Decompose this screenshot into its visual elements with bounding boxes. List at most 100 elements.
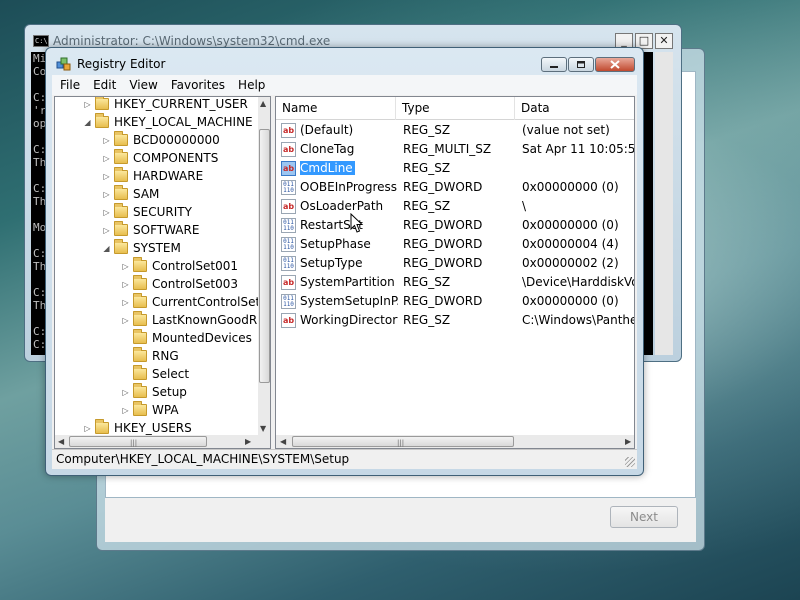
tree-horizontal-scroll-thumb[interactable]: ||| <box>69 436 207 447</box>
regedit-client-area: ▷ HKEY_CURRENT_USER ◢ HKEY_LOCAL_MACHINE ▷ BC… <box>52 95 637 449</box>
tree-item[interactable]: ▷ HARDWARE <box>102 167 203 185</box>
expand-arrow-icon[interactable]: ▷ <box>102 208 111 217</box>
regedit-window[interactable]: Registry Editor File Edit View Favorites… <box>45 47 644 476</box>
folder-icon <box>95 113 109 128</box>
expand-arrow-icon[interactable]: ▷ <box>121 262 130 271</box>
restore-button[interactable] <box>568 57 594 72</box>
restore-icon <box>577 61 585 68</box>
value-name-text: SystemSetupInP... <box>300 294 398 308</box>
expand-arrow-icon[interactable]: ▷ <box>121 280 130 289</box>
value-data: (value not set) <box>522 123 610 137</box>
value-row[interactable]: 011 110 SystemSetupInP... REG_DWORD 0x00000… <box>276 292 634 311</box>
tree-item[interactable]: ▷ SAM <box>102 185 159 203</box>
expand-arrow-icon[interactable]: ▷ <box>121 388 130 397</box>
menu-bar: File Edit View Favorites Help <box>52 75 637 95</box>
cmd-close-button[interactable]: ✕ <box>655 33 673 49</box>
expand-arrow-icon[interactable]: ▷ <box>102 136 111 145</box>
tree-item-label: HKEY_USERS <box>114 421 192 435</box>
expand-arrow-icon[interactable]: ▷ <box>83 424 92 433</box>
column-header-data[interactable]: Data <box>515 97 634 120</box>
expand-arrow-icon[interactable]: ▷ <box>102 190 111 199</box>
tree-item[interactable]: ▷ SOFTWARE <box>102 221 199 239</box>
list-horizontal-scrollbar[interactable]: ◀ ||| ▶ <box>276 435 634 448</box>
value-name-text: CloneTag <box>300 142 355 156</box>
status-path: Computer\HKEY_LOCAL_MACHINE\SYSTEM\Setup <box>56 452 350 466</box>
column-header-name[interactable]: Name <box>276 97 396 120</box>
minimize-icon <box>550 66 558 68</box>
folder-icon <box>114 221 128 236</box>
value-row[interactable]: 011 110 SetupPhase REG_DWORD 0x00000004 (4) <box>276 235 634 254</box>
regedit-titlebar[interactable]: Registry Editor <box>46 48 643 76</box>
value-row[interactable]: 011 110 RestartSet REG_DWORD 0x00000000 (0) <box>276 216 634 235</box>
folder-icon <box>133 401 147 416</box>
menu-file[interactable]: File <box>60 78 80 92</box>
tree-item[interactable]: MountedDevices <box>121 329 252 347</box>
expand-arrow-icon[interactable]: ▷ <box>102 172 111 181</box>
value-row[interactable]: ab WorkingDirectory REG_SZ C:\Windows\Panth… <box>276 311 634 330</box>
value-row[interactable]: ab OsLoaderPath REG_SZ \ <box>276 197 634 216</box>
tree-item[interactable]: ▷ WPA <box>121 401 179 419</box>
value-row[interactable]: 011 110 OOBEInProgress REG_DWORD 0x00000000… <box>276 178 634 197</box>
value-name-text: (Default) <box>300 123 354 137</box>
expand-arrow-icon[interactable]: ▷ <box>121 316 130 325</box>
mouse-cursor-icon <box>350 213 364 233</box>
menu-favorites[interactable]: Favorites <box>171 78 225 92</box>
tree-item[interactable]: RNG <box>121 347 179 365</box>
tree-item[interactable]: ▷ ControlSet001 <box>121 257 238 275</box>
registry-values-list[interactable]: Name Type Data ab (Default) REG_SZ (value n… <box>275 96 635 449</box>
cmd-window-title: Administrator: C:\Windows\system32\cmd.e… <box>53 34 331 48</box>
value-row[interactable]: ab CloneTag REG_MULTI_SZ Sat Apr 11 10:05:5… <box>276 140 634 159</box>
tree-item[interactable]: ▷ COMPONENTS <box>102 149 218 167</box>
value-row[interactable]: 011 110 SetupType REG_DWORD 0x00000002 (2) <box>276 254 634 273</box>
tree-vertical-scroll-thumb[interactable] <box>259 129 270 383</box>
tree-item[interactable]: ◢ HKEY_LOCAL_MACHINE <box>83 113 253 131</box>
value-row[interactable]: ab CmdLine REG_SZ <box>276 159 634 178</box>
tree-item[interactable]: ▷ CurrentControlSet <box>121 293 260 311</box>
tree-item[interactable]: Select <box>121 365 189 383</box>
cmd-scrollbar[interactable] <box>655 52 673 355</box>
tree-item[interactable]: ▷ BCD00000000 <box>102 131 220 149</box>
expand-arrow-icon[interactable]: ▷ <box>102 226 111 235</box>
value-type: REG_SZ <box>403 313 451 327</box>
scroll-grip-icon: ||| <box>397 439 405 447</box>
folder-icon <box>114 239 128 254</box>
tree-horizontal-scrollbar[interactable]: ◀ ||| ▶ <box>55 435 270 448</box>
registry-tree[interactable]: ▷ HKEY_CURRENT_USER ◢ HKEY_LOCAL_MACHINE ▷ BC… <box>54 96 271 449</box>
resize-grip-icon[interactable] <box>625 457 635 467</box>
next-button[interactable]: Next <box>610 506 678 528</box>
scroll-right-arrow-icon[interactable]: ▶ <box>625 435 631 448</box>
expand-arrow-icon[interactable]: ▷ <box>102 154 111 163</box>
list-horizontal-scroll-thumb[interactable]: ||| <box>292 436 514 447</box>
tree-item[interactable]: ◢ SYSTEM <box>102 239 181 257</box>
scroll-up-arrow-icon[interactable]: ▲ <box>260 97 266 110</box>
menu-edit[interactable]: Edit <box>93 78 116 92</box>
scroll-right-arrow-icon[interactable]: ▶ <box>245 435 251 448</box>
tree-vertical-scrollbar[interactable]: ▲ ▼ <box>258 97 270 435</box>
binary-value-icon: 011 110 <box>281 256 296 271</box>
column-header-type[interactable]: Type <box>396 97 515 120</box>
value-row[interactable]: ab (Default) REG_SZ (value not set) <box>276 121 634 140</box>
tree-item[interactable]: ▷ HKEY_CURRENT_USER <box>83 97 248 113</box>
tree-item[interactable]: ▷ ControlSet003 <box>121 275 238 293</box>
binary-value-icon: 011 110 <box>281 180 296 195</box>
folder-icon <box>114 149 128 164</box>
menu-view[interactable]: View <box>129 78 157 92</box>
minimize-button[interactable] <box>541 57 567 72</box>
tree-item[interactable]: ▷ LastKnownGoodR <box>121 311 257 329</box>
tree-item[interactable]: ▷ Setup <box>121 383 187 401</box>
value-row[interactable]: ab SystemPartition REG_SZ \Device\HarddiskV… <box>276 273 634 292</box>
expand-arrow-icon[interactable]: ▷ <box>121 406 130 415</box>
value-type: REG_DWORD <box>403 218 483 232</box>
collapse-arrow-icon[interactable]: ◢ <box>102 244 111 253</box>
collapse-arrow-icon[interactable]: ◢ <box>83 118 92 127</box>
tree-item[interactable]: ▷ SECURITY <box>102 203 192 221</box>
tree-item-label: HKEY_LOCAL_MACHINE <box>114 115 253 129</box>
expand-arrow-icon[interactable]: ▷ <box>83 100 92 109</box>
scroll-down-arrow-icon[interactable]: ▼ <box>260 422 266 435</box>
close-button[interactable] <box>595 57 635 72</box>
scroll-left-arrow-icon[interactable]: ◀ <box>58 435 64 448</box>
menu-help[interactable]: Help <box>238 78 265 92</box>
expand-arrow-icon[interactable]: ▷ <box>121 298 130 307</box>
folder-icon <box>114 131 128 146</box>
scroll-left-arrow-icon[interactable]: ◀ <box>280 435 286 448</box>
